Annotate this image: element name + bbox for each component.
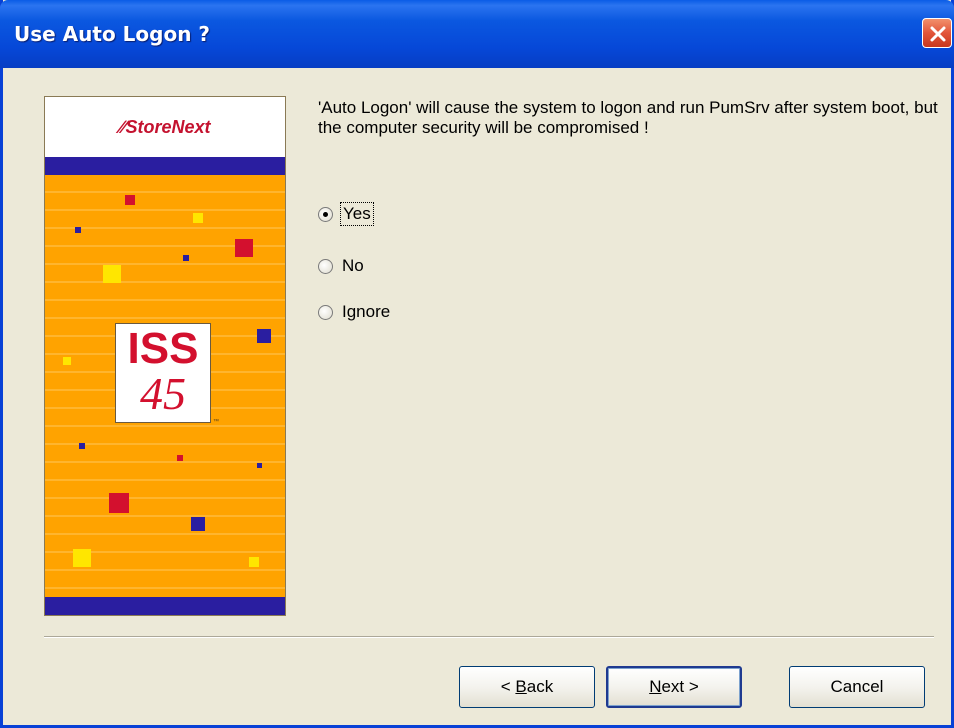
decor-square: [103, 265, 121, 283]
title-bar[interactable]: Use Auto Logon ?: [0, 0, 954, 68]
radio-label-ignore[interactable]: Ignore: [342, 302, 390, 322]
radio-label-yes[interactable]: Yes: [340, 202, 374, 226]
next-mnemonic: N: [649, 677, 662, 696]
decor-square: [235, 239, 253, 257]
decor-square: [183, 255, 189, 261]
radio-label-no[interactable]: No: [342, 256, 364, 276]
product-banner-image: ∕∕StoreNext ISS 45 ™: [44, 96, 286, 616]
window-title: Use Auto Logon ?: [14, 22, 210, 46]
description-text: 'Auto Logon' will cause the system to lo…: [318, 98, 938, 137]
decor-square: [193, 213, 203, 223]
decor-square: [191, 517, 205, 531]
decor-square: [75, 227, 81, 233]
banner-band-bottom: [45, 597, 285, 615]
banner-header: ∕∕StoreNext: [45, 97, 285, 157]
decor-square: [257, 329, 271, 343]
radio-button-checked-icon[interactable]: [318, 206, 333, 222]
next-button[interactable]: Next >: [606, 666, 742, 708]
brand-name: StoreNext: [125, 117, 211, 137]
back-button[interactable]: < Back: [459, 666, 595, 708]
separator-line: [44, 636, 934, 638]
close-button[interactable]: [922, 18, 952, 48]
cancel-label: Cancel: [830, 677, 884, 696]
radio-option-yes[interactable]: Yes: [318, 202, 374, 226]
decor-square: [249, 557, 259, 567]
cancel-button[interactable]: Cancel: [789, 666, 925, 708]
dialog-window: Use Auto Logon ? ∕∕StoreNext ISS 45 ™ 'A…: [0, 0, 954, 728]
radio-button-icon[interactable]: [318, 258, 333, 274]
radio-option-ignore[interactable]: Ignore: [318, 300, 390, 324]
decor-square: [125, 195, 135, 205]
decor-square: [79, 443, 85, 449]
logo-text-version: 45: [140, 368, 186, 419]
decor-square: [257, 463, 262, 468]
radio-option-no[interactable]: No: [318, 254, 364, 278]
trademark-mark: ™: [213, 419, 219, 425]
back-prefix: <: [500, 677, 516, 696]
decor-square: [73, 549, 91, 567]
decor-square: [177, 455, 183, 461]
decor-square: [63, 357, 71, 365]
storenext-logo: ∕∕StoreNext: [45, 117, 285, 138]
next-rest: ext >: [661, 677, 699, 696]
close-icon: [930, 26, 946, 42]
back-rest: ack: [526, 677, 554, 696]
radio-button-icon[interactable]: [318, 304, 333, 320]
back-mnemonic: B: [515, 677, 527, 696]
banner-band-top: [45, 157, 285, 175]
iss45-logo: ISS 45: [115, 323, 211, 423]
logo-text-iss: ISS: [127, 324, 199, 373]
decor-square: [109, 493, 129, 513]
